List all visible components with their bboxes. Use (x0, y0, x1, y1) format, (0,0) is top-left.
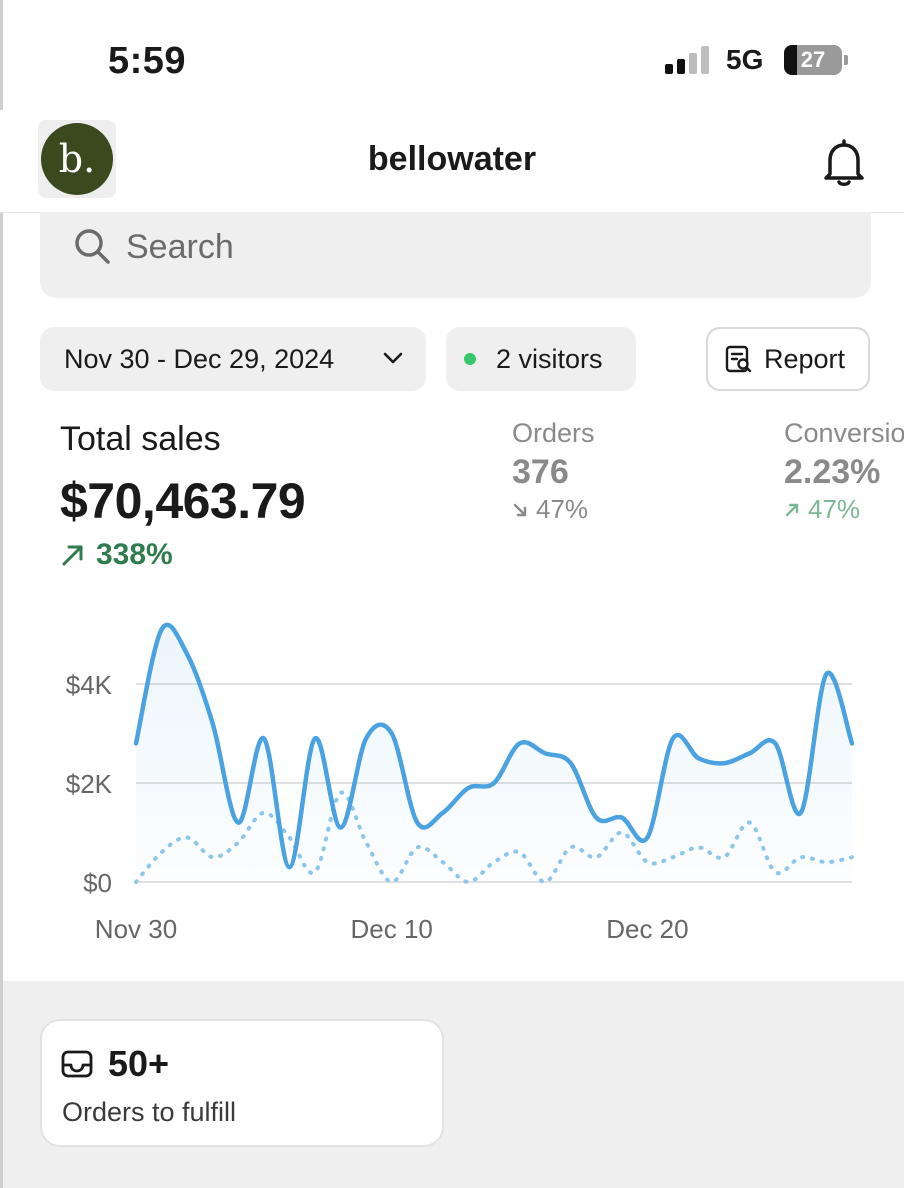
live-dot-icon (464, 353, 476, 365)
data-point (823, 671, 829, 677)
sales-chart[interactable]: $0 $2K $4K Nov 30 Dec 10 Dec 20 (0, 600, 904, 960)
data-point (286, 864, 292, 870)
data-point (593, 815, 599, 821)
live-visitors-pill[interactable]: 2 visitors (446, 327, 636, 391)
total-sales-value: $70,463.79 (60, 473, 306, 529)
data-point (491, 780, 497, 786)
conversion-change-value: 47% (808, 494, 861, 524)
network-label: 5G (726, 44, 764, 75)
data-point (747, 750, 753, 756)
arrow-down-right-icon (513, 503, 527, 516)
status-time: 5:59 (108, 40, 187, 82)
visitors-label: 2 visitors (496, 343, 603, 374)
orders-change: 47% (512, 494, 595, 525)
report-icon (725, 345, 752, 373)
conversion-label: Conversion (784, 418, 904, 448)
search-bar[interactable] (40, 212, 871, 298)
data-point (849, 740, 855, 746)
data-point (414, 820, 420, 826)
chevron-down-icon (383, 352, 403, 364)
total-sales-change-value: 338% (96, 538, 173, 571)
data-point (772, 740, 778, 746)
data-point (696, 755, 702, 761)
orders-to-fulfill-card[interactable]: 50+ Orders to fulfill (40, 1019, 444, 1147)
bell-icon[interactable] (820, 138, 868, 188)
conversion-value: 2.23% (784, 453, 881, 491)
x-tick-label: Dec 10 (351, 914, 433, 944)
data-point (312, 735, 318, 741)
data-point (133, 740, 139, 746)
data-point (517, 740, 523, 746)
battery-level: 27 (800, 47, 826, 72)
search-input[interactable] (124, 226, 828, 268)
data-point (798, 810, 804, 816)
date-range-label: Nov 30 - Dec 29, 2024 (64, 343, 335, 374)
x-tick-label: Nov 30 (95, 914, 177, 944)
arrow-up-right-icon (785, 503, 799, 516)
battery-tip (844, 55, 848, 65)
report-label: Report (764, 343, 846, 374)
signal-icon (665, 46, 713, 74)
data-point (440, 810, 446, 816)
date-range-selector[interactable]: Nov 30 - Dec 29, 2024 (40, 327, 426, 391)
orders-metric[interactable]: Orders 376 47% (512, 418, 595, 525)
data-point (389, 731, 395, 737)
x-tick-label: Dec 20 (606, 914, 688, 944)
data-point (363, 735, 369, 741)
y-tick-label: $0 (83, 868, 112, 898)
data-point (159, 627, 165, 633)
y-tick-label: $4K (66, 670, 113, 700)
store-name: bellowater (367, 140, 537, 178)
data-point (338, 825, 344, 831)
data-point (619, 815, 625, 821)
data-point (210, 721, 216, 727)
search-icon (75, 229, 110, 264)
data-point (542, 750, 548, 756)
orders-label: Orders (512, 418, 595, 448)
orders-value: 376 (512, 453, 569, 491)
report-button[interactable]: Report (706, 327, 870, 391)
total-sales-change: 338% (60, 538, 173, 572)
conversion-metric[interactable]: Conversion 2.23% 47% (784, 418, 904, 525)
data-point (670, 735, 676, 741)
data-point (644, 834, 650, 840)
data-point (465, 785, 471, 791)
status-bar: 5:59 5G 27 (0, 0, 904, 110)
inbox-icon (61, 1050, 93, 1078)
data-point (235, 820, 241, 826)
y-tick-label: $2K (66, 769, 113, 799)
conversion-change: 47% (784, 494, 904, 525)
total-sales-label: Total sales (60, 420, 221, 458)
orders-change-value: 47% (536, 494, 589, 524)
data-point (184, 651, 190, 657)
app-header: b. bellowater (0, 110, 904, 213)
data-point (721, 760, 727, 766)
orders-to-fulfill-value: 50+ (108, 1043, 170, 1084)
orders-to-fulfill-label: Orders to fulfill (62, 1097, 237, 1127)
battery-icon: 27 (784, 45, 842, 75)
data-point (568, 760, 574, 766)
arrow-up-right-icon (62, 545, 83, 566)
data-point (261, 735, 267, 741)
